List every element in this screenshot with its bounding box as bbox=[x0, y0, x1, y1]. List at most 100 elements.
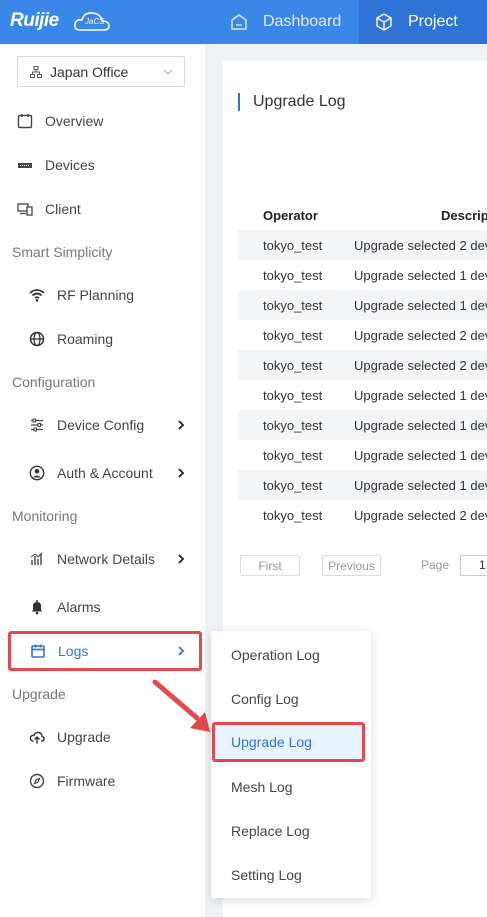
cell-description: Upgrade selected 1 dev bbox=[354, 267, 487, 283]
sidebar-item-label: Auth & Account bbox=[57, 465, 153, 481]
chevron-right-icon bbox=[178, 468, 185, 478]
cell-operator: tokyo_test bbox=[263, 507, 323, 523]
table-row: tokyo_test Upgrade selected 1 dev bbox=[238, 470, 487, 500]
cell-operator: tokyo_test bbox=[263, 447, 323, 463]
network-tree-icon bbox=[30, 65, 42, 78]
table-row: tokyo_test Upgrade selected 1 dev bbox=[238, 440, 487, 470]
sidebar-item-label: Devices bbox=[45, 157, 95, 173]
cell-operator: tokyo_test bbox=[263, 327, 323, 343]
table-row: tokyo_test Upgrade selected 1 dev bbox=[238, 380, 487, 410]
sidebar-item-network-details[interactable]: Network Details bbox=[0, 539, 205, 579]
cell-description: Upgrade selected 1 dev bbox=[354, 477, 487, 493]
cell-description: Upgrade selected 2 dev bbox=[354, 327, 487, 343]
logo-text: Ruijie bbox=[10, 10, 59, 31]
table-header: Operator Descript bbox=[238, 200, 487, 230]
table-row: tokyo_test Upgrade selected 2 dev bbox=[238, 500, 487, 530]
table-row: tokyo_test Upgrade selected 1 dev bbox=[238, 290, 487, 320]
nav-tab-project-label: Project bbox=[408, 13, 458, 30]
submenu-item-setting-log[interactable]: Setting Log bbox=[211, 855, 371, 895]
site-selector-value: Japan Office bbox=[50, 63, 129, 80]
column-header-operator[interactable]: Operator bbox=[238, 208, 354, 223]
logo-sub-text: JaCS bbox=[85, 17, 105, 26]
pagination: First Previous Page 1 bbox=[240, 555, 487, 577]
sliders-icon bbox=[31, 418, 43, 432]
switch-device-icon bbox=[18, 163, 32, 168]
sidebar-item-overview[interactable]: Overview bbox=[0, 101, 205, 141]
submenu-item-config-log[interactable]: Config Log bbox=[211, 679, 371, 719]
sidebar: Japan Office Overview Devices Client Sma… bbox=[0, 44, 205, 917]
chevron-right-icon bbox=[178, 646, 185, 656]
callout-arrow-icon bbox=[152, 679, 210, 732]
cell-operator: tokyo_test bbox=[263, 477, 323, 493]
cell-description: Upgrade selected 1 dev bbox=[354, 447, 487, 463]
bar-chart-icon bbox=[30, 552, 43, 565]
sidebar-item-label: RF Planning bbox=[57, 287, 135, 303]
group-label-upgrade: Upgrade bbox=[12, 686, 66, 702]
site-selector[interactable]: Japan Office bbox=[17, 56, 185, 87]
wifi-icon bbox=[29, 289, 45, 302]
page-label: Page bbox=[421, 558, 450, 572]
overview-icon bbox=[17, 114, 33, 129]
chevron-down-icon bbox=[163, 69, 173, 75]
sidebar-item-label: Roaming bbox=[57, 331, 114, 347]
cell-operator: tokyo_test bbox=[263, 417, 323, 433]
cell-operator: tokyo_test bbox=[263, 387, 323, 403]
sidebar-item-devices[interactable]: Devices bbox=[0, 145, 205, 185]
bell-icon bbox=[31, 600, 43, 615]
sidebar-item-rf-planning[interactable]: RF Planning bbox=[0, 275, 205, 315]
sidebar-item-alarms[interactable]: Alarms bbox=[0, 587, 205, 627]
sidebar-item-label: Device Config bbox=[57, 417, 145, 433]
sidebar-item-label: Overview bbox=[45, 113, 104, 129]
first-page-button[interactable]: First bbox=[240, 555, 300, 576]
home-icon bbox=[231, 14, 247, 30]
table-body: tokyo_test Upgrade selected 2 dev tokyo_t… bbox=[238, 230, 487, 530]
upgrade-log-table: Operator Descript tokyo_test Upgrade sele… bbox=[238, 200, 487, 530]
table-row: tokyo_test Upgrade selected 2 dev bbox=[238, 320, 487, 350]
cube-icon bbox=[376, 13, 392, 31]
cell-description: Upgrade selected 2 dev bbox=[354, 507, 487, 523]
cell-description: Upgrade selected 1 dev bbox=[354, 387, 487, 403]
cell-operator: tokyo_test bbox=[263, 267, 323, 283]
group-label-monitoring: Monitoring bbox=[12, 508, 78, 524]
group-label-smart-simplicity: Smart Simplicity bbox=[12, 244, 113, 260]
sidebar-item-firmware[interactable]: Firmware bbox=[0, 761, 205, 801]
column-header-description[interactable]: Descript bbox=[354, 208, 487, 223]
user-circle-icon bbox=[29, 465, 45, 481]
sidebar-item-label: Firmware bbox=[57, 773, 116, 789]
cell-description: Upgrade selected 2 dev bbox=[354, 237, 487, 253]
previous-page-button[interactable]: Previous bbox=[322, 555, 381, 576]
table-row: tokyo_test Upgrade selected 1 dev bbox=[238, 410, 487, 440]
chevron-right-icon bbox=[178, 554, 185, 564]
sidebar-item-device-config[interactable]: Device Config bbox=[0, 405, 205, 445]
nav-tab-dashboard[interactable]: Dashboard bbox=[229, 0, 359, 44]
submenu-item-operation-log[interactable]: Operation Log bbox=[211, 635, 371, 675]
cell-description: Upgrade selected 1 dev bbox=[354, 297, 487, 313]
sidebar-item-logs[interactable]: Logs bbox=[8, 631, 202, 671]
chevron-right-icon bbox=[178, 420, 185, 430]
table-row: tokyo_test Upgrade selected 2 dev bbox=[238, 230, 487, 260]
cell-description: Upgrade selected 1 dev bbox=[354, 417, 487, 433]
cell-description: Upgrade selected 2 dev bbox=[354, 357, 487, 373]
calendar-icon bbox=[31, 644, 45, 658]
sidebar-item-label: Network Details bbox=[57, 551, 156, 567]
sidebar-item-auth-account[interactable]: Auth & Account bbox=[0, 453, 205, 493]
page-title: Upgrade Log bbox=[238, 93, 346, 111]
sidebar-item-roaming[interactable]: Roaming bbox=[0, 319, 205, 359]
client-devices-icon bbox=[17, 203, 33, 216]
sidebar-item-label: Upgrade bbox=[57, 729, 111, 745]
nav-tab-project[interactable]: Project bbox=[359, 0, 487, 44]
cell-operator: tokyo_test bbox=[263, 357, 323, 373]
submenu-item-mesh-log[interactable]: Mesh Log bbox=[211, 767, 371, 807]
cloud-upload-icon bbox=[29, 731, 45, 744]
sidebar-item-label: Alarms bbox=[57, 599, 101, 615]
submenu-item-upgrade-log[interactable]: Upgrade Log bbox=[212, 722, 365, 762]
top-bar: Ruijie JaCS Dashboard Project bbox=[0, 0, 487, 44]
sidebar-item-label: Logs bbox=[58, 643, 89, 659]
table-row: tokyo_test Upgrade selected 2 dev bbox=[238, 350, 487, 380]
sidebar-item-client[interactable]: Client bbox=[0, 189, 205, 229]
table-row: tokyo_test Upgrade selected 1 dev bbox=[238, 260, 487, 290]
ruijie-logo[interactable]: Ruijie JaCS bbox=[10, 8, 114, 36]
page-number-input[interactable]: 1 bbox=[460, 555, 487, 576]
sidebar-item-label: Client bbox=[45, 201, 81, 217]
submenu-item-replace-log[interactable]: Replace Log bbox=[211, 811, 371, 851]
